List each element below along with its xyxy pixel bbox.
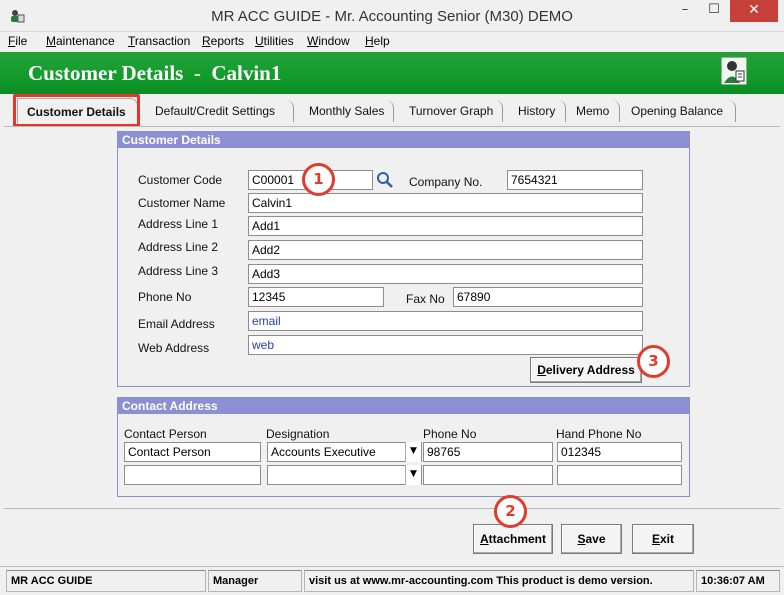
- page-title: Customer Details - Calvin1: [28, 61, 282, 85]
- maximize-button[interactable]: ☐: [700, 0, 728, 22]
- column-header: Phone No: [423, 427, 477, 441]
- address-line-3-field[interactable]: Add3: [248, 264, 643, 284]
- customer-person-icon: [721, 57, 747, 85]
- address-line-2-field[interactable]: Add2: [248, 240, 643, 260]
- contact-phone-field[interactable]: [423, 465, 553, 485]
- status-app-name: MR ACC GUIDE: [6, 570, 206, 592]
- status-message: visit us at www.mr-accounting.com This p…: [304, 570, 694, 592]
- contact-address-header: Contact Address: [118, 398, 689, 414]
- contact-person-field[interactable]: [124, 465, 261, 485]
- phone-no-label: Phone No: [138, 290, 192, 304]
- hand-phone-field[interactable]: 012345: [557, 442, 682, 462]
- tab-default-credit-settings[interactable]: Default/Credit Settings: [150, 100, 294, 122]
- minimize-button[interactable]: –: [671, 0, 699, 22]
- title-bar: MR ACC GUIDE - Mr. Accounting Senior (M3…: [0, 0, 784, 32]
- company-no-label: Company No.: [409, 175, 483, 189]
- web-address-label: Web Address: [138, 341, 210, 355]
- divider: [4, 508, 780, 509]
- phone-no-field[interactable]: 12345: [248, 287, 384, 307]
- exit-button[interactable]: Exit: [632, 524, 694, 554]
- tab-opening-balance[interactable]: Opening Balance: [626, 100, 736, 122]
- menu-file[interactable]: File: [8, 34, 27, 48]
- column-header: Designation: [266, 427, 330, 441]
- designation-select[interactable]: [267, 465, 422, 485]
- status-user: Manager: [208, 570, 302, 592]
- menu-bar: File Maintenance Transaction Reports Uti…: [0, 32, 784, 52]
- hand-phone-field[interactable]: [557, 465, 682, 485]
- status-time: 10:36:07 AM: [696, 570, 780, 592]
- menu-transaction[interactable]: Transaction: [128, 34, 190, 48]
- window-title: MR ACC GUIDE - Mr. Accounting Senior (M3…: [211, 8, 573, 25]
- chevron-down-icon[interactable]: ▼: [405, 442, 421, 462]
- menu-reports[interactable]: Reports: [202, 34, 244, 48]
- delivery-address-button[interactable]: Delivery Address: [530, 357, 642, 383]
- active-tab-highlight: [13, 94, 140, 127]
- designation-select[interactable]: Accounts Executive: [267, 442, 422, 462]
- address-line-1-field[interactable]: Add1: [248, 216, 643, 236]
- customer-details-header: Customer Details: [118, 132, 689, 148]
- address-line-2-label: Address Line 2: [138, 240, 219, 254]
- tab-memo[interactable]: Memo: [571, 100, 620, 122]
- menu-utilities[interactable]: Utilities: [255, 34, 294, 48]
- save-button[interactable]: Save: [561, 524, 622, 554]
- tab-turnover-graph[interactable]: Turnover Graph: [404, 100, 503, 122]
- tab-monthly-sales[interactable]: Monthly Sales: [304, 100, 394, 122]
- tab-history[interactable]: History: [513, 100, 566, 122]
- search-icon[interactable]: [375, 170, 395, 190]
- attachment-button[interactable]: Attachment: [473, 524, 553, 554]
- menu-maintenance[interactable]: Maintenance: [46, 34, 115, 48]
- callout-marker: 3: [637, 345, 670, 378]
- status-bar: MR ACC GUIDE Manager visit us at www.mr-…: [0, 566, 784, 595]
- column-header: Contact Person: [124, 427, 207, 441]
- customer-name-label: Customer Name: [138, 196, 226, 210]
- chevron-down-icon[interactable]: ▼: [405, 465, 421, 485]
- callout-marker: 1: [302, 163, 335, 196]
- customer-code-label: Customer Code: [138, 173, 223, 187]
- contact-person-field[interactable]: Contact Person: [124, 442, 261, 462]
- menu-help[interactable]: Help: [365, 34, 390, 48]
- fax-no-field[interactable]: 67890: [453, 287, 643, 307]
- column-header: Hand Phone No: [556, 427, 642, 441]
- close-button[interactable]: ✕: [730, 0, 778, 22]
- customer-name-field[interactable]: Calvin1: [248, 193, 643, 213]
- web-address-field[interactable]: web: [248, 335, 643, 355]
- fax-no-label: Fax No: [406, 292, 445, 306]
- menu-window[interactable]: Window: [307, 34, 350, 48]
- email-address-label: Email Address: [138, 317, 215, 331]
- company-no-field[interactable]: 7654321: [507, 170, 643, 190]
- contact-phone-field[interactable]: 98765: [423, 442, 553, 462]
- email-address-field[interactable]: email: [248, 311, 643, 331]
- address-line-3-label: Address Line 3: [138, 264, 219, 278]
- callout-marker: 2: [494, 495, 527, 528]
- address-line-1-label: Address Line 1: [138, 217, 219, 231]
- header-banner: Customer Details - Calvin1: [0, 52, 784, 94]
